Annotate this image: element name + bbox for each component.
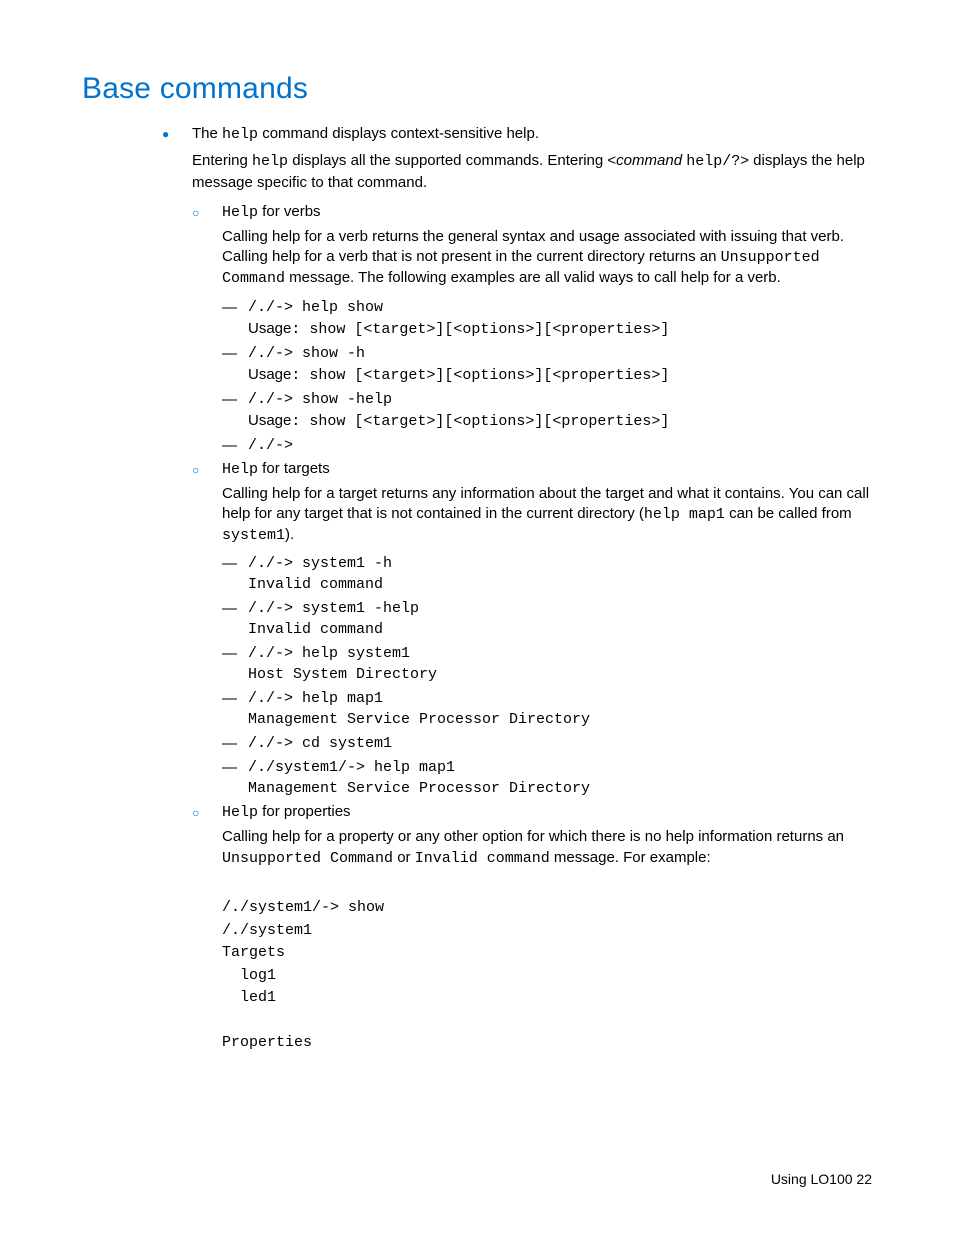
usage-line: Usage: show [<target>][<options>][<prope… bbox=[248, 412, 872, 430]
help-intro-line: The help command displays context-sensit… bbox=[192, 124, 872, 145]
help-targets-heading: Help for targets bbox=[222, 460, 872, 478]
targets-examples: /./-> system1 -h Invalid command /./-> s… bbox=[222, 554, 872, 797]
help-verbs-desc: Calling help for a verb returns the gene… bbox=[222, 227, 872, 290]
list-item: /./-> show -h Usage: show [<target>][<op… bbox=[222, 344, 872, 384]
list-item: /./-> help map1 Management Service Proce… bbox=[222, 689, 872, 728]
verbs-examples: /./-> help show Usage: show [<target>][<… bbox=[222, 298, 872, 454]
help-properties-desc: Calling help for a property or any other… bbox=[222, 827, 872, 869]
help-verbs-heading: Help for verbs bbox=[222, 203, 872, 221]
list-item: /./-> cd system1 bbox=[222, 734, 872, 752]
help-entering-line: Entering help displays all the supported… bbox=[192, 151, 872, 193]
sub-list: Help for verbs Calling help for a verb r… bbox=[192, 203, 872, 1055]
page-footer: Using LO100 22 bbox=[771, 1171, 872, 1187]
help-command-item: The help command displays context-sensit… bbox=[162, 124, 872, 1055]
list-item: /./-> system1 -help Invalid command bbox=[222, 599, 872, 638]
output-line: Management Service Processor Directory bbox=[248, 780, 872, 797]
list-item: /./-> help show Usage: show [<target>][<… bbox=[222, 298, 872, 338]
output-line: Invalid command bbox=[248, 576, 872, 593]
code-block: /./system1/-> show /./system1 Targets lo… bbox=[222, 875, 872, 1055]
list-item: /./-> show -help Usage: show [<target>][… bbox=[222, 390, 872, 430]
help-verbs-item: Help for verbs Calling help for a verb r… bbox=[192, 203, 872, 454]
usage-line: Usage: show [<target>][<options>][<prope… bbox=[248, 366, 872, 384]
list-item: /./-> system1 -h Invalid command bbox=[222, 554, 872, 593]
output-line: Host System Directory bbox=[248, 666, 872, 683]
usage-line: Usage: show [<target>][<options>][<prope… bbox=[248, 320, 872, 338]
top-bullet-list: The help command displays context-sensit… bbox=[162, 124, 872, 1055]
list-item: /./-> bbox=[222, 436, 872, 454]
help-properties-item: Help for properties Calling help for a p… bbox=[192, 803, 872, 1055]
document-page: Base commands The help command displays … bbox=[0, 0, 954, 1235]
page-title: Base commands bbox=[82, 72, 872, 106]
help-targets-desc: Calling help for a target returns any in… bbox=[222, 484, 872, 547]
list-item: /./system1/-> help map1 Management Servi… bbox=[222, 758, 872, 797]
help-properties-heading: Help for properties bbox=[222, 803, 872, 821]
list-item: /./-> help system1 Host System Directory bbox=[222, 644, 872, 683]
help-targets-item: Help for targets Calling help for a targ… bbox=[192, 460, 872, 798]
output-line: Invalid command bbox=[248, 621, 872, 638]
output-line: Management Service Processor Directory bbox=[248, 711, 872, 728]
